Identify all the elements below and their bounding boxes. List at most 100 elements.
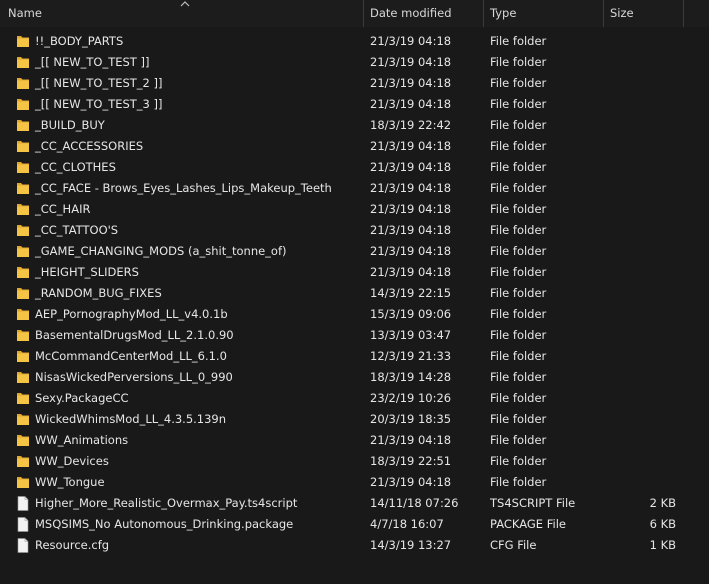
folder-icon: [17, 435, 29, 446]
file-row[interactable]: Resource.cfg 14/3/19 13:27 CFG File 1 KB: [0, 535, 709, 556]
file-name: _CC_ACCESSORIES: [35, 139, 144, 153]
file-size: 2 KB: [649, 496, 676, 510]
file-row[interactable]: _CC_CLOTHES 21/3/19 04:18 File folder: [0, 157, 709, 178]
folder-icon: [17, 162, 29, 173]
folder-icon: [17, 267, 29, 278]
file-type: File folder: [490, 55, 547, 69]
file-date-modified: 18/3/19 22:51: [370, 454, 452, 468]
file-row[interactable]: _BUILD_BUY 18/3/19 22:42 File folder: [0, 115, 709, 136]
file-size: [604, 346, 676, 367]
file-date-modified: 21/3/19 04:18: [370, 223, 452, 237]
file-type: File folder: [490, 370, 547, 384]
file-row[interactable]: _CC_FACE - Brows_Eyes_Lashes_Lips_Makeup…: [0, 178, 709, 199]
file-name: _GAME_CHANGING_MODS (a_shit_tonne_of): [35, 244, 287, 258]
file-row[interactable]: AEP_PornographyMod_LL_v4.0.1b 15/3/19 09:…: [0, 304, 709, 325]
file-type: File folder: [490, 391, 547, 405]
file-row[interactable]: _GAME_CHANGING_MODS (a_shit_tonne_of) 21/…: [0, 241, 709, 262]
file-size: [604, 241, 676, 262]
file-type: PACKAGE File: [490, 517, 566, 531]
file-date-modified: 21/3/19 04:18: [370, 55, 452, 69]
file-name: NisasWickedPerversions_LL_0_990: [35, 370, 233, 384]
file-row[interactable]: Sexy.PackageCC 23/2/19 10:26 File folder: [0, 388, 709, 409]
file-date-modified: 23/2/19 10:26: [370, 391, 452, 405]
folder-icon: [17, 309, 29, 320]
column-header-date-modified[interactable]: Date modified: [364, 0, 484, 27]
file-name: Higher_More_Realistic_Overmax_Pay.ts4scr…: [35, 496, 298, 510]
file-name: Resource.cfg: [35, 538, 110, 552]
file-row[interactable]: _CC_HAIR 21/3/19 04:18 File folder: [0, 199, 709, 220]
folder-icon: [17, 99, 29, 110]
file-name: _[[ NEW_TO_TEST_2 ]]: [35, 76, 163, 90]
file-date-modified: 14/3/19 22:15: [370, 286, 452, 300]
file-icon: [17, 517, 29, 532]
file-date-modified: 18/3/19 22:42: [370, 118, 452, 132]
file-size: 6 KB: [649, 517, 676, 531]
folder-icon: [17, 477, 29, 488]
file-date-modified: 14/3/19 13:27: [370, 538, 452, 552]
file-row[interactable]: BasementalDrugsMod_LL_2.1.0.90 13/3/19 03…: [0, 325, 709, 346]
file-type: CFG File: [490, 538, 537, 552]
file-name: _HEIGHT_SLIDERS: [35, 265, 139, 279]
file-name: _CC_TATTOO'S: [35, 223, 119, 237]
file-row[interactable]: MSQSIMS_No Autonomous_Drinking.package 4/…: [0, 514, 709, 535]
file-row[interactable]: _RANDOM_BUG_FIXES 14/3/19 22:15 File folde…: [0, 283, 709, 304]
file-row[interactable]: _[[ NEW_TO_TEST_2 ]] 21/3/19 04:18 File fo…: [0, 73, 709, 94]
file-row[interactable]: !!_BODY_PARTS 21/3/19 04:18 File folder: [0, 31, 709, 52]
file-size: [604, 409, 676, 430]
file-name: MSQSIMS_No Autonomous_Drinking.package: [35, 517, 294, 531]
file-type: File folder: [490, 349, 547, 363]
file-name: AEP_PornographyMod_LL_v4.0.1b: [35, 307, 228, 321]
column-header-name[interactable]: Name: [0, 0, 364, 27]
file-row[interactable]: NisasWickedPerversions_LL_0_990 18/3/19 1…: [0, 367, 709, 388]
file-row[interactable]: _CC_ACCESSORIES 21/3/19 04:18 File folder: [0, 136, 709, 157]
file-date-modified: 21/3/19 04:18: [370, 139, 452, 153]
file-name: _[[ NEW_TO_TEST ]]: [35, 55, 150, 69]
file-size: [604, 304, 676, 325]
folder-icon: [17, 120, 29, 131]
file-name: _CC_CLOTHES: [35, 160, 116, 174]
file-date-modified: 21/3/19 04:18: [370, 97, 452, 111]
folder-icon: [17, 78, 29, 89]
file-size: [604, 283, 676, 304]
file-icon: [17, 538, 29, 553]
column-date-label: Date modified: [370, 6, 452, 20]
file-size: [604, 472, 676, 493]
file-row[interactable]: McCommandCenterMod_LL_6.1.0 12/3/19 21:33…: [0, 346, 709, 367]
file-row[interactable]: _CC_TATTOO'S 21/3/19 04:18 File folder: [0, 220, 709, 241]
column-header-type[interactable]: Type: [484, 0, 604, 27]
file-icon: [17, 496, 29, 511]
folder-icon: [17, 393, 29, 404]
file-date-modified: 18/3/19 14:28: [370, 370, 452, 384]
file-size: [604, 220, 676, 241]
file-list: !!_BODY_PARTS 21/3/19 04:18 File folder _[[…: [0, 31, 709, 556]
file-type: File folder: [490, 181, 547, 195]
file-row[interactable]: _HEIGHT_SLIDERS 21/3/19 04:18 File folder: [0, 262, 709, 283]
column-name-label: Name: [8, 6, 42, 20]
file-size: [604, 199, 676, 220]
file-row[interactable]: WW_Devices 18/3/19 22:51 File folder: [0, 451, 709, 472]
file-name: WW_Devices: [35, 454, 109, 468]
file-name: BasementalDrugsMod_LL_2.1.0.90: [35, 328, 234, 342]
file-row[interactable]: WickedWhimsMod_LL_4.3.5.139n 20/3/19 18:3…: [0, 409, 709, 430]
file-row[interactable]: WW_Animations 21/3/19 04:18 File folder: [0, 430, 709, 451]
folder-icon: [17, 351, 29, 362]
folder-icon: [17, 204, 29, 215]
file-date-modified: 21/3/19 04:18: [370, 244, 452, 258]
file-row[interactable]: Higher_More_Realistic_Overmax_Pay.ts4scr…: [0, 493, 709, 514]
file-date-modified: 21/3/19 04:18: [370, 433, 452, 447]
file-row[interactable]: _[[ NEW_TO_TEST_3 ]] 21/3/19 04:18 File fo…: [0, 94, 709, 115]
folder-icon: [17, 36, 29, 47]
column-header-size[interactable]: Size: [604, 0, 684, 27]
file-date-modified: 4/7/18 16:07: [370, 517, 444, 531]
folder-icon: [17, 141, 29, 152]
file-row[interactable]: _[[ NEW_TO_TEST ]] 21/3/19 04:18 File fold…: [0, 52, 709, 73]
file-date-modified: 21/3/19 04:18: [370, 76, 452, 90]
column-header: Name Date modified Type Size: [0, 0, 709, 27]
file-type: TS4SCRIPT File: [490, 496, 576, 510]
file-type: File folder: [490, 139, 547, 153]
column-size-label: Size: [610, 6, 634, 20]
file-name: WickedWhimsMod_LL_4.3.5.139n: [35, 412, 227, 426]
file-row[interactable]: WW_Tongue 21/3/19 04:18 File folder: [0, 472, 709, 493]
file-type: File folder: [490, 244, 547, 258]
file-size: [604, 136, 676, 157]
